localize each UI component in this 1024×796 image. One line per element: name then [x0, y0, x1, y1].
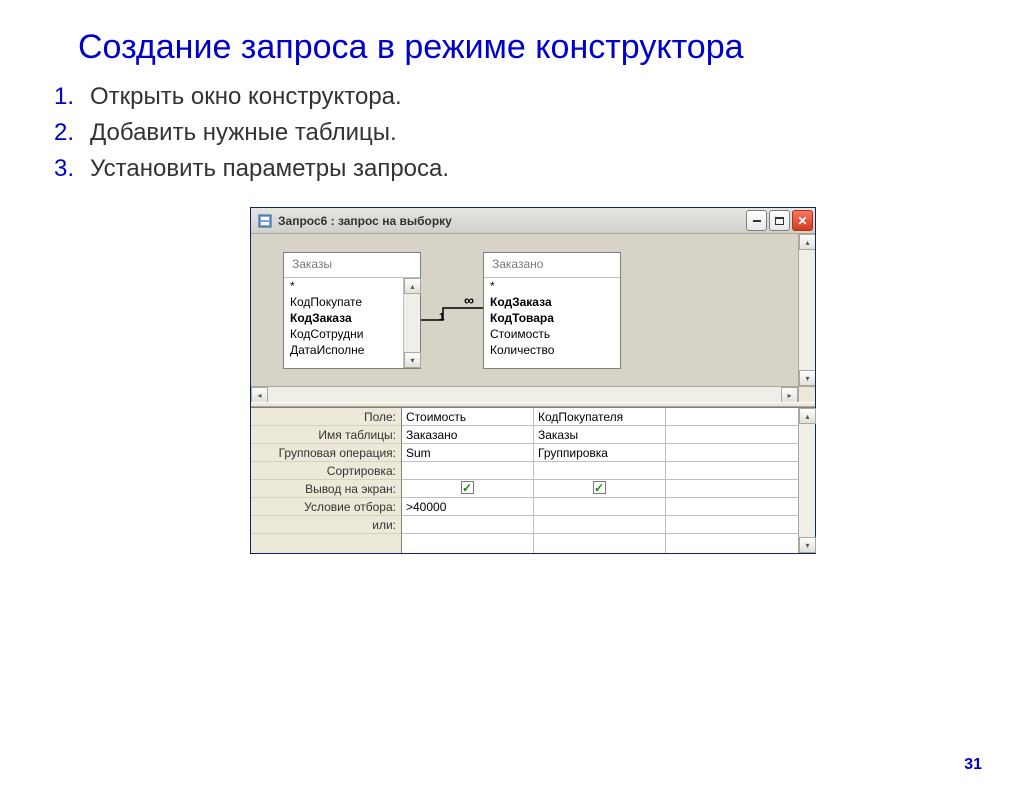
table-header: Заказано	[484, 253, 620, 278]
row-label: Поле:	[251, 408, 401, 426]
empty-cell[interactable]	[666, 426, 798, 444]
pane-hscrollbar[interactable]: ◂ ▸	[251, 386, 798, 402]
close-button[interactable]: ✕	[792, 210, 813, 231]
scroll-right-icon[interactable]: ▸	[781, 387, 798, 402]
checkbox-icon[interactable]	[461, 481, 474, 494]
grid-column-empty[interactable]	[666, 408, 798, 553]
checkbox-icon[interactable]	[593, 481, 606, 494]
table-header: Заказы	[284, 253, 420, 278]
empty-cell[interactable]	[666, 444, 798, 462]
field-cell[interactable]: КодПокупателя	[534, 408, 665, 426]
grid-vscrollbar[interactable]: ▴ ▾	[798, 408, 815, 553]
scroll-down-icon[interactable]: ▾	[799, 537, 816, 553]
window-titlebar[interactable]: Запрос6 : запрос на выборку ✕	[251, 208, 815, 234]
row-label: Сортировка:	[251, 462, 401, 480]
total-cell[interactable]: Группировка	[534, 444, 665, 462]
field-item[interactable]: КодПокупате	[284, 294, 403, 310]
field-item[interactable]: ДатаИсполне	[284, 342, 403, 358]
field-item[interactable]: Количество	[484, 342, 620, 358]
grid-column-2[interactable]: КодПокупателя Заказы Группировка	[534, 408, 666, 553]
window-title: Запрос6 : запрос на выборку	[278, 214, 746, 228]
field-list[interactable]: * КодЗаказа КодТовара Стоимость Количест…	[484, 278, 620, 368]
row-label: или:	[251, 516, 401, 534]
scroll-left-icon[interactable]: ◂	[251, 387, 268, 402]
field-item[interactable]: КодЗаказа	[284, 310, 403, 326]
scroll-corner	[798, 386, 815, 402]
slide-title: Создание запроса в режиме конструктора	[78, 28, 1024, 67]
inner-scrollbar[interactable]: ▴ ▾	[403, 278, 420, 368]
row-label: Имя таблицы:	[251, 426, 401, 444]
relation-one-label: 1	[439, 312, 445, 323]
field-item[interactable]: КодСотрудни	[284, 326, 403, 342]
design-grid: Поле: Имя таблицы: Групповая операция: С…	[251, 407, 815, 553]
field-item[interactable]: КодТовара	[484, 310, 620, 326]
empty-cell[interactable]	[666, 480, 798, 498]
row-label: Групповая операция:	[251, 444, 401, 462]
total-cell[interactable]: Sum	[402, 444, 533, 462]
empty-cell[interactable]	[666, 516, 798, 534]
scroll-up-icon[interactable]: ▴	[799, 408, 816, 424]
table-box-zakazano[interactable]: Заказано * КодЗаказа КодТовара Стоимость…	[483, 252, 621, 369]
or-cell[interactable]	[402, 516, 533, 534]
or-cell[interactable]	[534, 516, 665, 534]
field-list[interactable]: * КодПокупате КодЗаказа КодСотрудни Дата…	[284, 278, 403, 368]
minimize-button[interactable]	[746, 210, 767, 231]
step-item: Установить параметры запроса.	[54, 155, 1024, 183]
empty-cell[interactable]	[666, 498, 798, 516]
scroll-down-icon[interactable]: ▾	[799, 370, 815, 386]
table-cell[interactable]: Заказано	[402, 426, 533, 444]
show-cell[interactable]	[534, 480, 665, 498]
relation-line	[421, 306, 483, 324]
scroll-up-icon[interactable]: ▴	[404, 278, 421, 294]
criteria-cell[interactable]	[534, 498, 665, 516]
field-item[interactable]: *	[484, 278, 620, 294]
tables-pane: Заказы * КодПокупате КодЗаказа КодСотруд…	[251, 234, 815, 402]
pane-vscrollbar[interactable]: ▴ ▾	[798, 234, 815, 386]
step-item: Открыть окно конструктора.	[54, 83, 1024, 111]
empty-cell[interactable]	[666, 462, 798, 480]
criteria-cell[interactable]: >40000	[402, 498, 533, 516]
field-cell[interactable]: Стоимость	[402, 408, 533, 426]
sort-cell[interactable]	[402, 462, 533, 480]
step-item: Добавить нужные таблицы.	[54, 119, 1024, 147]
sort-cell[interactable]	[534, 462, 665, 480]
field-item[interactable]: *	[284, 278, 403, 294]
show-cell[interactable]	[402, 480, 533, 498]
grid-row-labels: Поле: Имя таблицы: Групповая операция: С…	[251, 408, 402, 553]
app-icon	[257, 213, 273, 229]
table-cell[interactable]: Заказы	[534, 426, 665, 444]
row-label: Условие отбора:	[251, 498, 401, 516]
field-item[interactable]: КодЗаказа	[484, 294, 620, 310]
maximize-button[interactable]	[769, 210, 790, 231]
field-item[interactable]: Стоимость	[484, 326, 620, 342]
table-box-zakazy[interactable]: Заказы * КодПокупате КодЗаказа КодСотруд…	[283, 252, 421, 369]
relation-many-label: ∞	[464, 292, 474, 308]
empty-cell[interactable]	[666, 408, 798, 426]
page-number: 31	[964, 756, 982, 774]
scroll-up-icon[interactable]: ▴	[799, 234, 815, 250]
grid-column-1[interactable]: Стоимость Заказано Sum >40000	[402, 408, 534, 553]
row-label: Вывод на экран:	[251, 480, 401, 498]
steps-list: Открыть окно конструктора. Добавить нужн…	[54, 83, 1024, 183]
scroll-down-icon[interactable]: ▾	[404, 352, 421, 368]
access-query-window: Запрос6 : запрос на выборку ✕ Заказы * К…	[250, 207, 816, 554]
